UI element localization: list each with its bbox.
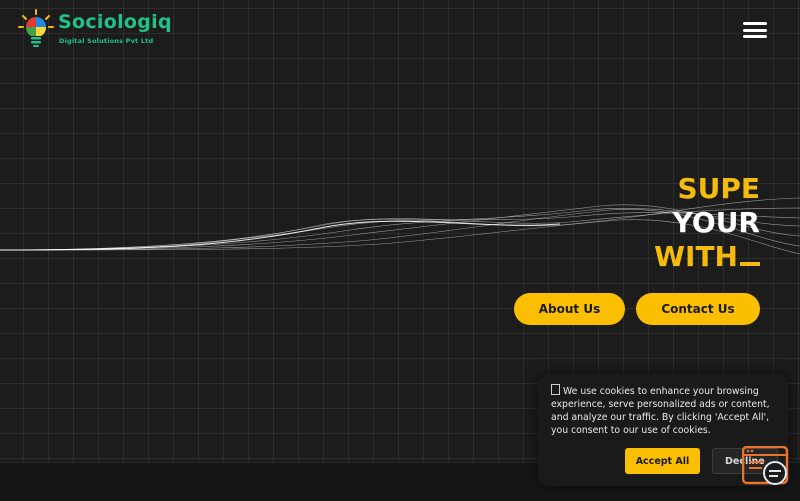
cookie-message-text: We use cookies to enhance your browsing …	[551, 386, 770, 436]
accept-all-button[interactable]: Accept All	[625, 448, 700, 474]
contact-us-button[interactable]: Contact Us	[636, 293, 760, 325]
menu-bar	[743, 22, 767, 25]
about-us-button[interactable]: About Us	[514, 293, 625, 325]
hero-headline: SUPE YOUR WITH	[654, 172, 760, 274]
hero-line-2: YOUR	[672, 206, 760, 239]
cookie-message: We use cookies to enhance your browsing …	[551, 384, 781, 437]
hero-line-1: SUPE	[677, 172, 760, 205]
menu-bar	[743, 28, 767, 32]
site-header: Sociologiq Digital Solutions Pvt Ltd	[0, 0, 800, 60]
cookie-icon	[551, 384, 560, 395]
hero-line-3-text: WITH	[654, 240, 738, 273]
logo[interactable]: Sociologiq Digital Solutions Pvt Ltd	[18, 9, 172, 49]
hamburger-menu-icon[interactable]	[740, 20, 770, 40]
chat-support-icon[interactable]	[742, 446, 790, 488]
menu-bar	[743, 35, 767, 38]
logo-name: Sociologiq	[58, 11, 172, 33]
logo-tagline: Digital Solutions Pvt Ltd	[59, 37, 154, 45]
lightbulb-puzzle-logo-icon	[18, 9, 54, 47]
typing-cursor	[740, 262, 760, 266]
hero-line-3: WITH	[654, 240, 760, 274]
